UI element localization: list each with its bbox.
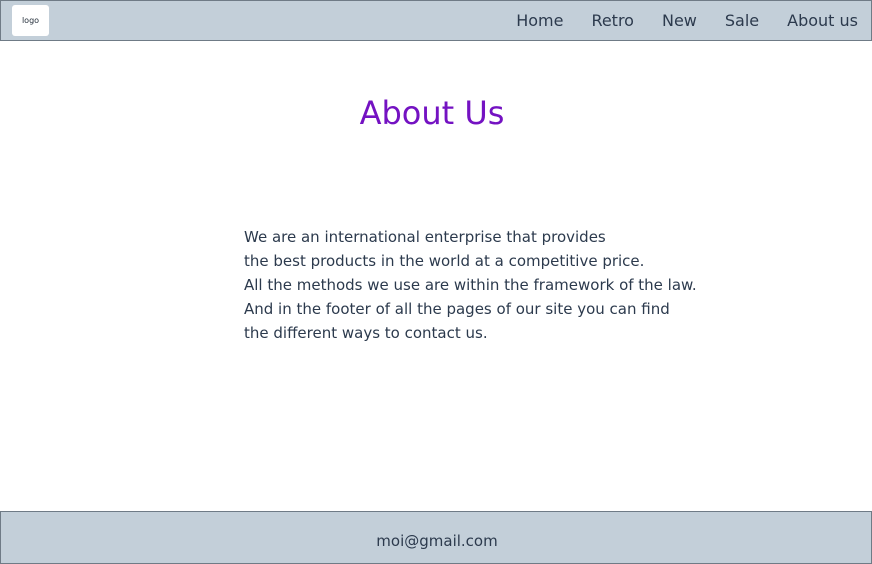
page: logo Home Retro New Sale About us About … <box>0 0 872 564</box>
logo[interactable]: logo <box>12 5 49 36</box>
about-line-5: the different ways to contact us. <box>244 324 488 342</box>
about-line-1: We are an international enterprise that … <box>244 228 606 246</box>
about-text: We are an international enterprise that … <box>244 225 764 345</box>
nav-home[interactable]: Home <box>516 11 563 30</box>
nav-about-us[interactable]: About us <box>787 11 858 30</box>
about-line-4: And in the footer of all the pages of ou… <box>244 300 670 318</box>
footer-email[interactable]: moi@gmail.com <box>1 532 872 550</box>
footer: moi@gmail.com <box>0 511 872 564</box>
logo-text: logo <box>21 16 40 25</box>
main-nav: Home Retro New Sale About us <box>516 1 858 40</box>
page-title: About Us <box>359 94 505 132</box>
about-line-3: All the methods we use are within the fr… <box>244 276 697 294</box>
top-navbar: logo Home Retro New Sale About us <box>0 0 872 41</box>
nav-sale[interactable]: Sale <box>725 11 759 30</box>
nav-retro[interactable]: Retro <box>591 11 634 30</box>
about-line-2: the best products in the world at a comp… <box>244 252 645 270</box>
nav-new[interactable]: New <box>662 11 697 30</box>
